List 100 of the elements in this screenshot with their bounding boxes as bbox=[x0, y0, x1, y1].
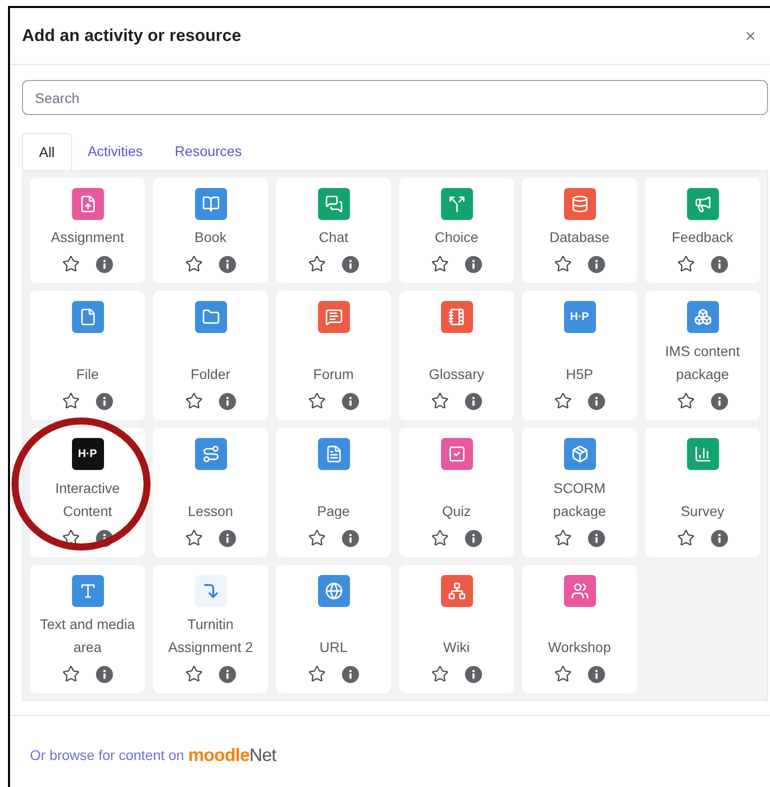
dialog-title: Add an activity or resource bbox=[22, 25, 242, 48]
activity-card[interactable]: H·P H5P bbox=[522, 291, 637, 420]
info-icon[interactable] bbox=[342, 392, 359, 410]
star-icon[interactable] bbox=[431, 255, 449, 273]
activity-name: Assignment bbox=[50, 228, 126, 247]
activity-card[interactable]: SCORM package bbox=[522, 428, 637, 557]
activity-card[interactable]: Turnitin Assignment 2 bbox=[153, 565, 268, 693]
activity-name: Book bbox=[194, 228, 228, 247]
activity-name: Wiki bbox=[442, 638, 471, 657]
activity-card[interactable]: Page bbox=[276, 428, 391, 557]
activity-name: Database bbox=[548, 228, 610, 247]
activity-name: Forum bbox=[312, 365, 355, 384]
activity-card[interactable]: Forum bbox=[276, 291, 391, 420]
info-icon[interactable] bbox=[96, 256, 113, 272]
star-icon[interactable] bbox=[185, 529, 203, 547]
info-icon[interactable] bbox=[465, 392, 482, 410]
info-icon[interactable] bbox=[342, 666, 359, 682]
star-icon[interactable] bbox=[431, 529, 449, 547]
activity-name: Choice bbox=[434, 228, 480, 247]
info-icon[interactable] bbox=[219, 530, 236, 546]
activity-name: File bbox=[75, 365, 100, 384]
activity-name: Folder bbox=[190, 365, 232, 384]
activity-card[interactable]: Workshop bbox=[522, 565, 637, 693]
activity-name: Lesson bbox=[186, 502, 234, 521]
activity-card[interactable]: URL bbox=[276, 565, 391, 693]
activity-card[interactable]: File bbox=[30, 291, 145, 420]
info-icon[interactable] bbox=[96, 666, 113, 682]
activity-name: Quiz bbox=[441, 502, 472, 521]
star-icon[interactable] bbox=[554, 255, 572, 273]
star-icon[interactable] bbox=[308, 255, 326, 273]
activity-name: URL bbox=[318, 638, 348, 657]
activity-name: Feedback bbox=[670, 228, 734, 247]
star-icon[interactable] bbox=[677, 529, 695, 547]
info-icon[interactable] bbox=[342, 530, 359, 546]
star-icon[interactable] bbox=[308, 392, 326, 410]
info-icon[interactable] bbox=[219, 392, 236, 410]
activity-name: H5P bbox=[564, 365, 594, 384]
activity-name: SCORM package bbox=[552, 479, 607, 521]
info-icon[interactable] bbox=[711, 530, 728, 546]
browse-link[interactable]: Or browse for content on bbox=[30, 745, 184, 766]
tab[interactable]: Activities bbox=[72, 133, 159, 170]
info-icon[interactable] bbox=[711, 392, 728, 410]
star-icon[interactable] bbox=[185, 255, 203, 273]
info-icon[interactable] bbox=[342, 256, 359, 272]
activity-card[interactable]: Lesson bbox=[153, 428, 268, 557]
activity-card[interactable]: Assignment bbox=[30, 178, 145, 283]
tab[interactable]: All bbox=[22, 133, 72, 170]
close-button[interactable]: × bbox=[745, 22, 756, 50]
star-icon[interactable] bbox=[431, 665, 449, 683]
star-icon[interactable] bbox=[62, 392, 80, 410]
info-icon[interactable] bbox=[96, 392, 113, 410]
star-icon[interactable] bbox=[677, 255, 695, 273]
info-icon[interactable] bbox=[588, 256, 605, 272]
h5p-icon: H·P bbox=[72, 438, 104, 470]
activity-card[interactable]: Text and media area bbox=[30, 565, 145, 693]
info-icon[interactable] bbox=[465, 256, 482, 272]
activity-card[interactable]: Glossary bbox=[399, 291, 514, 420]
star-icon[interactable] bbox=[62, 665, 80, 683]
star-icon[interactable] bbox=[677, 392, 695, 410]
star-icon[interactable] bbox=[308, 529, 326, 547]
moodlenet-logo[interactable]: moodleNet bbox=[188, 742, 276, 769]
activity-card[interactable]: Book bbox=[153, 178, 268, 283]
star-icon[interactable] bbox=[308, 665, 326, 683]
activity-card[interactable]: Database bbox=[522, 178, 637, 283]
activity-name: Chat bbox=[318, 228, 350, 247]
activity-name: Workshop bbox=[547, 638, 612, 657]
activity-name: Interactive Content bbox=[54, 479, 121, 521]
info-icon[interactable] bbox=[711, 256, 728, 272]
info-icon[interactable] bbox=[588, 530, 605, 546]
tab[interactable]: Resources bbox=[158, 133, 258, 170]
search-field[interactable]: Search bbox=[22, 80, 768, 115]
info-icon[interactable] bbox=[96, 530, 113, 546]
activity-card[interactable]: Wiki bbox=[399, 565, 514, 693]
star-icon[interactable] bbox=[62, 255, 80, 273]
activity-card[interactable]: Survey bbox=[645, 428, 760, 557]
activity-card[interactable]: IMS content package bbox=[645, 291, 760, 420]
activity-name: Text and media area bbox=[39, 615, 136, 657]
info-icon[interactable] bbox=[219, 666, 236, 682]
activity-card[interactable]: Folder bbox=[153, 291, 268, 420]
activity-card[interactable]: Quiz bbox=[399, 428, 514, 557]
h5p-icon: H·P bbox=[564, 301, 596, 333]
star-icon[interactable] bbox=[554, 392, 572, 410]
star-icon[interactable] bbox=[185, 392, 203, 410]
activity-name: Survey bbox=[680, 502, 726, 521]
info-icon[interactable] bbox=[465, 530, 482, 546]
activity-card[interactable]: Feedback bbox=[645, 178, 760, 283]
info-icon[interactable] bbox=[588, 392, 605, 410]
star-icon[interactable] bbox=[185, 665, 203, 683]
info-icon[interactable] bbox=[588, 666, 605, 682]
activity-name: Turnitin Assignment 2 bbox=[167, 615, 254, 657]
activity-name: IMS content package bbox=[664, 342, 741, 384]
activity-card[interactable]: Chat bbox=[276, 178, 391, 283]
activity-name: Glossary bbox=[428, 365, 486, 384]
activity-card[interactable]: Choice bbox=[399, 178, 514, 283]
star-icon[interactable] bbox=[554, 529, 572, 547]
activity-name: Page bbox=[316, 502, 351, 521]
info-icon[interactable] bbox=[465, 666, 482, 682]
star-icon[interactable] bbox=[554, 665, 572, 683]
star-icon[interactable] bbox=[431, 392, 449, 410]
info-icon[interactable] bbox=[219, 256, 236, 272]
